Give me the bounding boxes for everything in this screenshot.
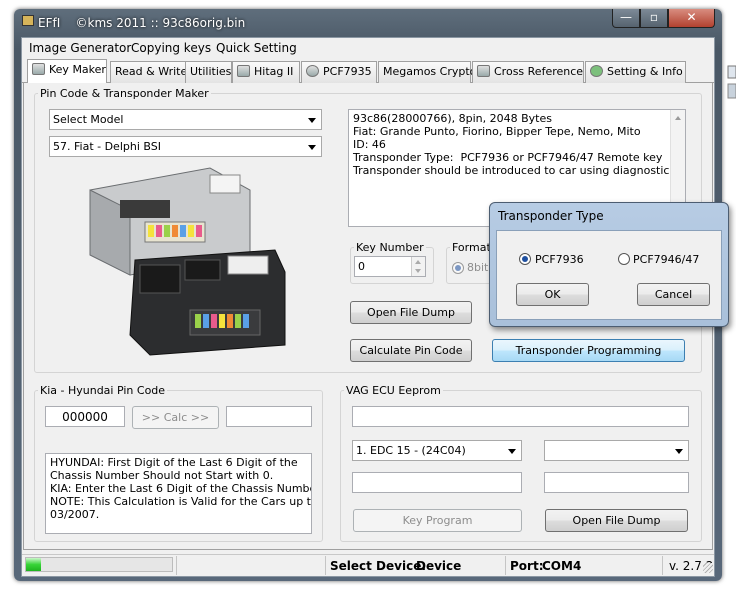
tab-label: Cross Reference	[494, 65, 584, 78]
port-value[interactable]: COM4	[542, 559, 581, 573]
tab-pcf7935[interactable]: PCF7935	[301, 61, 377, 83]
vag-field-left[interactable]	[352, 472, 522, 493]
resize-grip-icon[interactable]	[703, 563, 713, 573]
kia-pin-input[interactable]: 000000	[45, 406, 125, 427]
gear-icon	[590, 65, 603, 77]
status-separator	[505, 556, 506, 575]
close-button[interactable]: ✕	[668, 9, 715, 28]
spin-down-icon[interactable]	[415, 269, 421, 273]
tab-setting-info[interactable]: Setting & Info	[585, 61, 686, 83]
status-separator	[325, 556, 326, 575]
menu-image-generator[interactable]: Image Generator	[29, 41, 131, 55]
tab-label: PCF7935	[323, 65, 372, 78]
format-8bit-radio[interactable]	[452, 262, 464, 274]
device-value[interactable]: Device	[416, 559, 461, 573]
vag-top-input[interactable]	[352, 406, 689, 427]
pcf7936-radio[interactable]	[519, 253, 531, 265]
tab-label: Key Maker	[49, 63, 106, 76]
menu-copying-keys[interactable]: Copying keys	[131, 41, 211, 55]
progress-fill	[26, 558, 41, 571]
minimize-button[interactable]: —	[612, 9, 640, 28]
key-number-spinner[interactable]	[411, 257, 425, 276]
transponder-programming-button[interactable]: Transponder Programming	[492, 339, 685, 362]
key-number-label: Key Number	[354, 241, 426, 254]
pcf7946-label: PCF7946/47	[633, 253, 700, 266]
calculate-pin-code-button[interactable]: Calculate Pin Code	[350, 339, 472, 362]
bsi-module-image	[89, 167, 286, 356]
maximize-button[interactable]: ▫	[640, 9, 668, 28]
vehicle-select[interactable]: 57. Fiat - Delphi BSI	[49, 136, 322, 157]
chevron-down-icon	[508, 449, 516, 454]
app-logo-icon	[22, 15, 34, 26]
desktop-shortcut-icon[interactable]	[726, 64, 736, 102]
model-select-value: Select Model	[53, 113, 124, 126]
window-title: EFfI ©kms 2011 :: 93c86orig.bin	[38, 16, 246, 30]
tab-key-maker[interactable]: Key Maker	[27, 59, 107, 83]
format-8bit-label: 8bit	[467, 261, 489, 274]
kia-hyundai-group-label: Kia - Hyundai Pin Code	[38, 384, 168, 397]
tab-label: Megamos Crypto	[383, 65, 477, 78]
vag-ecu-select-value: 1. EDC 15 - (24C04)	[356, 444, 466, 457]
format-label: Format	[450, 241, 493, 254]
menu-quick-setting[interactable]: Quick Setting	[216, 41, 297, 55]
tab-hitag-ii[interactable]: Hitag II	[232, 61, 300, 83]
tab-label: Utilities	[190, 65, 232, 78]
vag-ecu-group-label: VAG ECU Eeprom	[344, 384, 443, 397]
chevron-down-icon	[308, 118, 316, 123]
kia-result-output[interactable]	[226, 406, 312, 427]
dialog-body	[496, 230, 722, 320]
dialog-title: Transponder Type	[498, 209, 604, 223]
tab-label: Setting & Info	[607, 65, 683, 78]
vag-ecu-select[interactable]: 1. EDC 15 - (24C04)	[352, 440, 522, 461]
chevron-down-icon	[675, 449, 683, 454]
kia-calc-button[interactable]: >> Calc >>	[132, 406, 219, 429]
vag-field-right[interactable]	[544, 472, 689, 493]
spin-up-icon[interactable]	[415, 260, 421, 264]
vehicle-select-value: 57. Fiat - Delphi BSI	[53, 140, 161, 153]
scroll-up-icon[interactable]	[675, 116, 681, 120]
open-file-dump-button[interactable]: Open File Dump	[350, 301, 472, 324]
chevron-down-icon	[308, 145, 316, 150]
tab-utilities[interactable]: Utilities	[185, 61, 232, 83]
pcf-chip-icon	[306, 65, 319, 77]
key-program-button[interactable]: Key Program	[353, 509, 522, 532]
chip-icon	[237, 65, 250, 77]
dialog-ok-button[interactable]: OK	[516, 283, 589, 306]
tab-label: Read & Write	[115, 65, 188, 78]
pcf7946-radio[interactable]	[618, 253, 630, 265]
tab-megamos-crypto[interactable]: Megamos Crypto	[378, 61, 476, 83]
model-select[interactable]: Select Model	[49, 109, 322, 130]
progress-bar	[25, 557, 173, 572]
vag-open-file-dump-button[interactable]: Open File Dump	[545, 509, 688, 532]
port-label: Port:	[510, 559, 544, 573]
pcf7936-label: PCF7936	[535, 253, 584, 266]
status-separator	[176, 556, 177, 575]
status-separator	[662, 556, 663, 575]
vag-second-select[interactable]	[544, 440, 689, 461]
calculator-icon	[32, 63, 45, 75]
dialog-cancel-button[interactable]: Cancel	[637, 283, 710, 306]
cross-reference-icon	[477, 65, 490, 77]
select-device-label: Select Device:	[330, 559, 427, 573]
pin-maker-group-label: Pin Code & Transponder Maker	[38, 87, 211, 100]
tab-label: Hitag II	[254, 65, 294, 78]
tab-cross-reference[interactable]: Cross Reference	[472, 61, 584, 83]
kia-note-textbox[interactable]: HYUNDAI: First Digit of the Last 6 Digit…	[45, 453, 312, 534]
